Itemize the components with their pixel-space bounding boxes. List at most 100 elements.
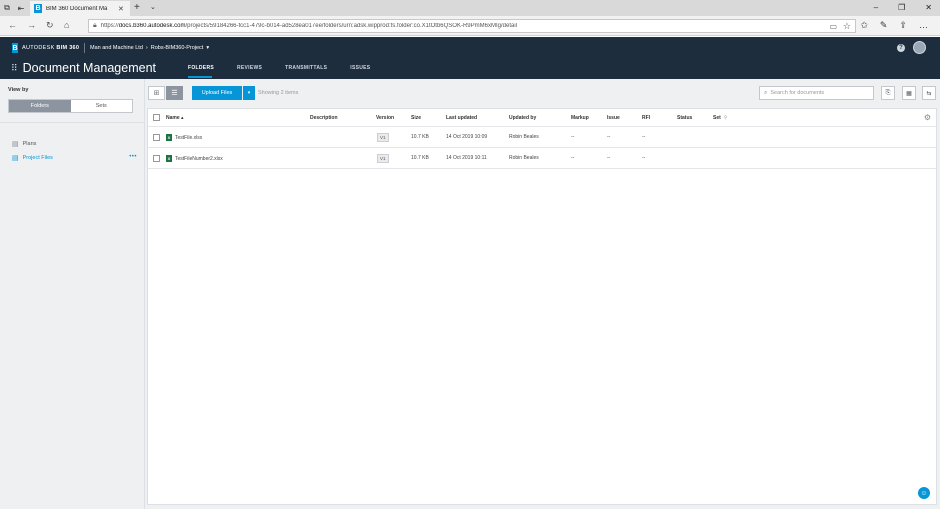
project-name: Robs-BIM360-Project xyxy=(150,45,204,51)
file-size: 10.7 KB xyxy=(411,155,429,161)
column-updated-by[interactable]: Updated by xyxy=(509,115,536,121)
header-right: ? xyxy=(897,41,926,54)
version-badge[interactable]: V1 xyxy=(377,132,389,142)
table-row[interactable]: X TestFileNumber2.xlsx V1 10.7 KB 14 Oct … xyxy=(148,148,936,169)
column-version[interactable]: Version xyxy=(376,115,394,121)
view-by-label: View by xyxy=(8,87,29,93)
showing-count: Showing 2 items xyxy=(258,90,299,96)
page-title: Document Management xyxy=(22,61,156,75)
markup-value: -- xyxy=(571,155,575,161)
tab-list-chevron-icon[interactable]: ⌄ xyxy=(150,3,156,11)
close-window-icon[interactable]: ✕ xyxy=(925,3,932,12)
table-header: Name ▴ Description Version Size Last upd… xyxy=(148,109,936,127)
maximize-icon[interactable]: ❐ xyxy=(898,3,905,12)
column-rfi[interactable]: RFI xyxy=(642,115,650,121)
favorite-star-icon[interactable]: ☆ xyxy=(843,21,851,32)
file-size: 10.7 KB xyxy=(411,134,429,140)
account-name: Man and Machine Ltd xyxy=(90,45,143,51)
file-name[interactable]: TestFile.xlsx xyxy=(175,134,202,140)
upload-files-button[interactable]: Upload Files xyxy=(192,86,242,100)
browser-toolbar-icons: ✩ ✎ ⇪ … xyxy=(860,20,928,31)
close-tab-icon[interactable]: ✕ xyxy=(118,5,124,13)
chat-support-icon[interactable]: ☺ xyxy=(918,487,930,499)
app-grid-icon[interactable]: ⠿ xyxy=(11,63,18,74)
excel-file-icon: X xyxy=(166,133,172,141)
upload-options-chevron-icon[interactable]: ▾ xyxy=(243,86,255,100)
column-description[interactable]: Description xyxy=(310,115,338,121)
row-checkbox[interactable] xyxy=(153,155,160,162)
settings-panel-icon[interactable]: ⇆ xyxy=(922,86,936,100)
tab-folders[interactable]: FOLDERS xyxy=(188,65,237,78)
grid-view-icon[interactable]: ⊞ xyxy=(148,86,165,100)
url-text: https://docs.b360.autodesk.com/projects/… xyxy=(100,23,517,29)
brand-logo[interactable]: B AUTODESK BIM 360 xyxy=(12,43,79,53)
folder-tree: ▤ Plans ▤ Project Files ••• xyxy=(12,137,137,165)
export-icon[interactable]: ⎘ xyxy=(881,86,895,100)
lock-icon: 🔒︎ xyxy=(93,22,97,29)
select-all-checkbox[interactable] xyxy=(153,114,160,121)
column-size[interactable]: Size xyxy=(411,115,421,121)
version-badge[interactable]: V1 xyxy=(377,153,389,163)
folder-icon: ▤ xyxy=(12,155,19,162)
search-input[interactable] xyxy=(770,90,866,96)
search-icon: ⌕ xyxy=(764,89,768,96)
url-bar[interactable]: 🔒︎ https://docs.b360.autodesk.com/projec… xyxy=(88,19,856,33)
more-options-icon[interactable]: ••• xyxy=(129,154,137,160)
browser-tab[interactable]: B BIM 360 Document Ma ✕ xyxy=(30,1,130,16)
column-set[interactable]: Set ⚲ xyxy=(713,115,727,121)
reading-view-icon[interactable]: ▭ xyxy=(829,22,837,31)
help-icon[interactable]: ? xyxy=(897,43,905,52)
browser-tab-strip: ⧉ ⇤ B BIM 360 Document Ma ✕ + ⌄ – ❐ ✕ xyxy=(0,0,940,16)
tab-actions-icon[interactable]: ⧉ xyxy=(0,0,14,16)
more-icon[interactable]: … xyxy=(919,20,928,31)
back-arrow-icon[interactable]: ← xyxy=(8,20,17,30)
toggle-sets[interactable]: Sets xyxy=(70,100,132,112)
file-name[interactable]: TestFileNumber2.xlsx xyxy=(175,155,223,161)
rfi-value: -- xyxy=(642,134,646,140)
updated-by: Robin Beales xyxy=(509,134,539,140)
column-last-updated[interactable]: Last updated xyxy=(446,115,477,121)
share-icon[interactable]: ⇪ xyxy=(899,20,907,31)
rfi-value: -- xyxy=(642,155,646,161)
divider xyxy=(0,122,145,123)
documents-toolbar: ⊞ ☰ Upload Files ▾ Showing 2 items ⌕ ⎘ ▦… xyxy=(145,79,940,107)
home-icon[interactable]: ⌂ xyxy=(64,20,69,30)
updated-by: Robin Beales xyxy=(509,155,539,161)
browser-address-row: ← → ↻ ⌂ 🔒︎ https://docs.b360.autodesk.co… xyxy=(0,16,940,36)
main-content: ⊞ ☰ Upload Files ▾ Showing 2 items ⌕ ⎘ ▦… xyxy=(145,79,940,509)
table-row[interactable]: X TestFile.xlsx V1 10.7 KB 14 Oct 2019 10… xyxy=(148,127,936,148)
issue-value: -- xyxy=(607,134,611,140)
favorites-icon[interactable]: ✩ xyxy=(860,20,868,31)
column-settings-gear-icon[interactable]: ⚙ xyxy=(924,113,931,122)
tree-item-plans[interactable]: ▤ Plans xyxy=(12,137,137,151)
search-box: ⌕ xyxy=(759,86,874,100)
tab-issues[interactable]: ISSUES xyxy=(350,65,393,78)
column-markup[interactable]: Markup xyxy=(571,115,589,121)
column-status[interactable]: Status xyxy=(677,115,692,121)
filter-icon[interactable]: ⚲ xyxy=(724,115,728,121)
pen-icon[interactable]: ✎ xyxy=(880,20,888,31)
bim360-favicon-icon: B xyxy=(34,4,42,13)
new-tab-icon[interactable]: + xyxy=(134,2,140,13)
user-avatar[interactable] xyxy=(913,41,926,54)
brand-product: BIM 360 xyxy=(56,45,80,51)
module-tabs: FOLDERS REVIEWS TRANSMITTALS ISSUES xyxy=(188,65,393,78)
minimize-icon[interactable]: – xyxy=(874,3,878,12)
forward-arrow-icon[interactable]: → xyxy=(27,20,36,30)
back-tabs-icon[interactable]: ⇤ xyxy=(14,0,28,16)
brand-prefix: AUTODESK xyxy=(22,45,55,51)
tab-reviews[interactable]: REVIEWS xyxy=(237,65,285,78)
refresh-icon[interactable]: ↻ xyxy=(46,20,54,31)
column-issue[interactable]: Issue xyxy=(607,115,620,121)
excel-file-icon: X xyxy=(166,154,172,162)
tree-item-project-files[interactable]: ▤ Project Files ••• xyxy=(12,151,137,165)
window-controls: – ❐ ✕ xyxy=(874,3,932,12)
print-icon[interactable]: ▦ xyxy=(902,86,916,100)
list-view-icon[interactable]: ☰ xyxy=(166,86,183,100)
toggle-folders[interactable]: Folders xyxy=(9,100,71,112)
tab-transmittals[interactable]: TRANSMITTALS xyxy=(285,65,350,78)
row-checkbox[interactable] xyxy=(153,134,160,141)
project-selector[interactable]: Man and Machine Ltd › Robs-BIM360-Projec… xyxy=(84,43,209,53)
column-name[interactable]: Name ▴ xyxy=(166,115,184,121)
tree-item-label: Plans xyxy=(22,141,37,147)
